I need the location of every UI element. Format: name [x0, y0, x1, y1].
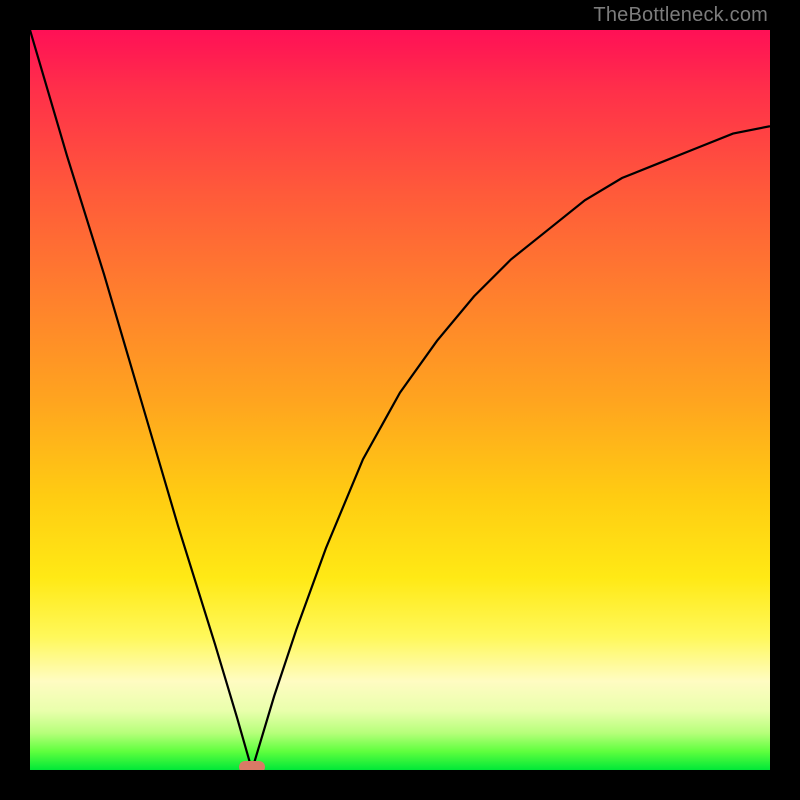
watermark-text: TheBottleneck.com	[593, 4, 768, 27]
chart-frame: TheBottleneck.com	[0, 0, 800, 800]
curve-right-branch	[252, 126, 770, 770]
curve-svg	[30, 30, 770, 770]
curve-left-branch	[30, 30, 252, 770]
plot-area	[30, 30, 770, 770]
min-marker	[239, 761, 265, 770]
